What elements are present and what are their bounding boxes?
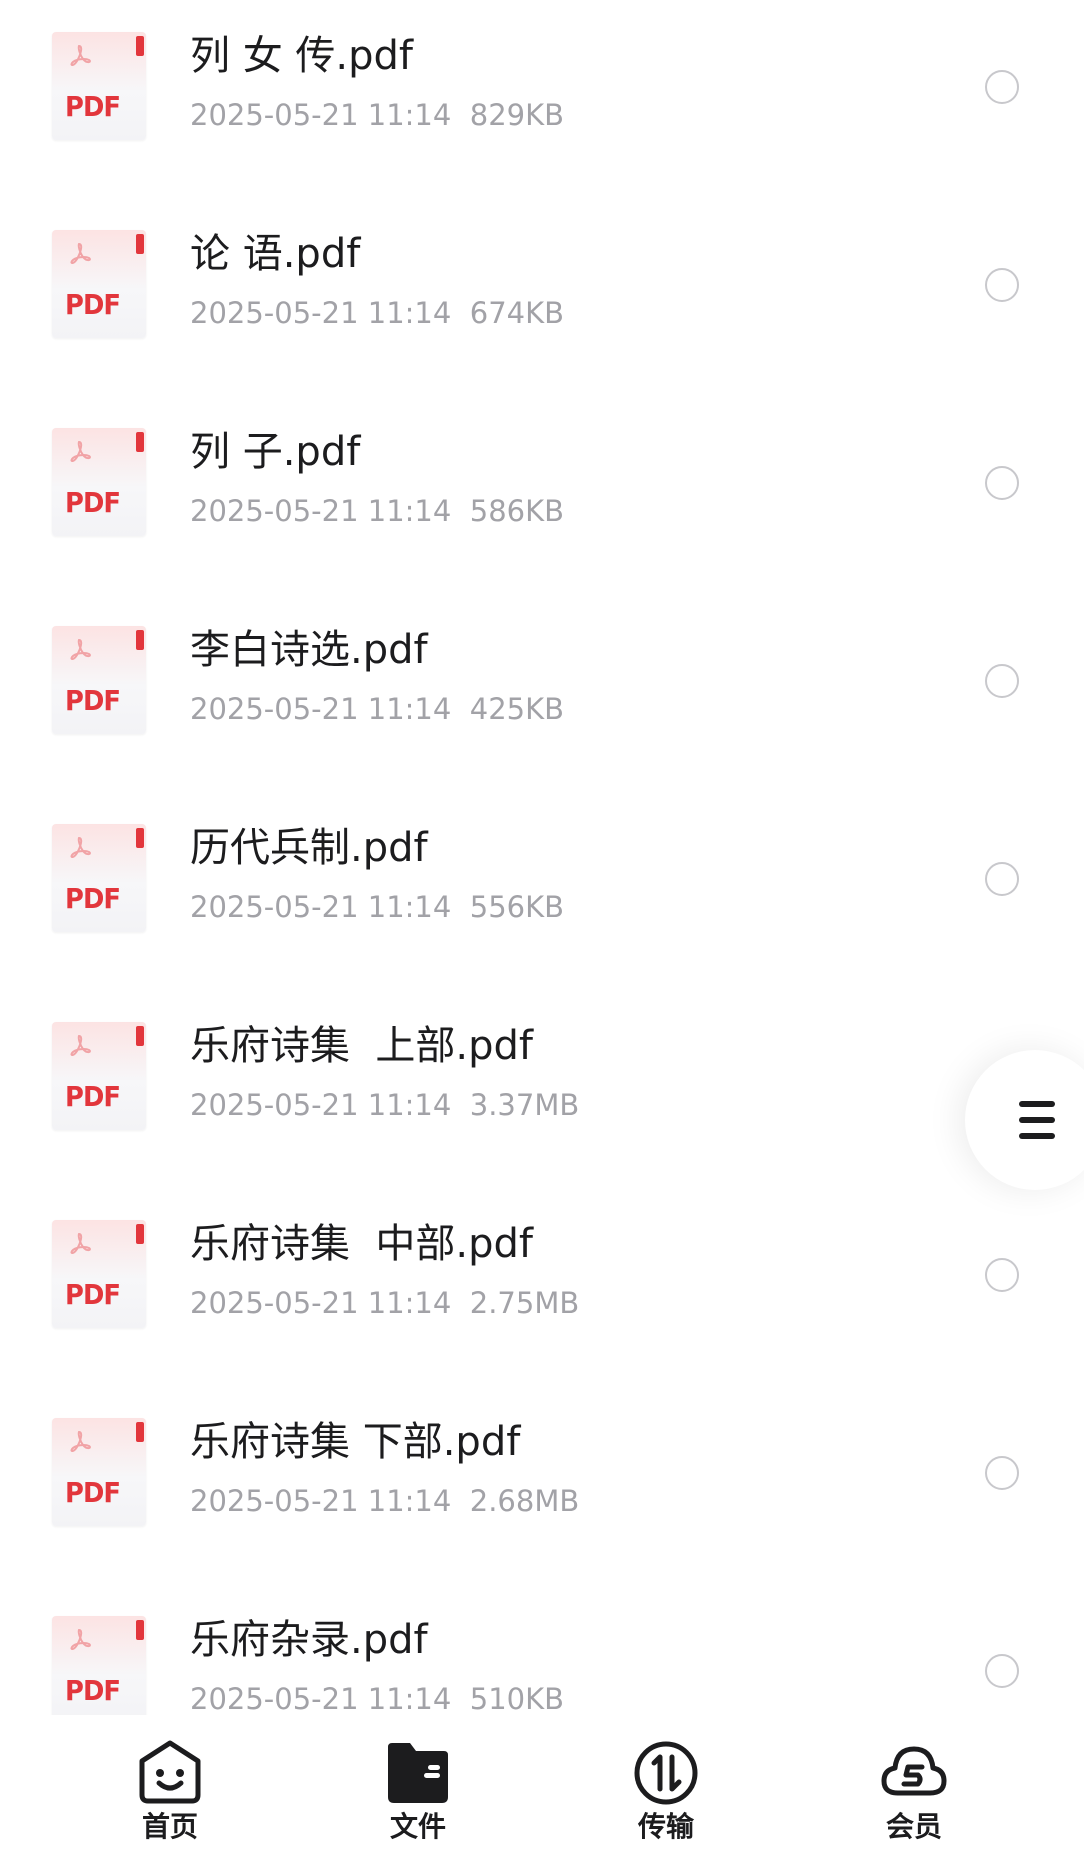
pdf-type-label: PDF xyxy=(65,1674,121,1707)
file-meta: 2025-05-21 11:14 2.68MB xyxy=(190,1484,580,1518)
file-meta: 2025-05-21 11:14 3.37MB xyxy=(190,1088,580,1122)
acrobat-logo-icon xyxy=(70,44,91,67)
vip-cloud-icon xyxy=(881,1746,947,1796)
nav-item-vip[interactable]: 会员 xyxy=(844,1715,984,1864)
select-radio[interactable] xyxy=(985,862,1019,896)
acrobat-logo-icon xyxy=(70,638,91,661)
file-meta: 2025-05-21 11:14 674KB xyxy=(190,296,565,330)
list-item[interactable]: PDF 李白诗选.pdf 2025-05-21 11:14 425KB xyxy=(0,594,1084,792)
pdf-corner-tab xyxy=(136,1422,144,1442)
file-meta: 2025-05-21 11:14 425KB xyxy=(190,692,565,726)
pdf-corner-tab xyxy=(136,630,144,650)
pdf-type-label: PDF xyxy=(65,1278,121,1311)
pdf-corner-tab xyxy=(136,234,144,254)
select-radio[interactable] xyxy=(985,1654,1019,1688)
pdf-corner-tab xyxy=(136,1620,144,1640)
file-name: 历代兵制.pdf xyxy=(190,825,428,871)
list-item[interactable]: PDF 历代兵制.pdf 2025-05-21 11:14 556KB xyxy=(0,792,1084,990)
acrobat-logo-icon xyxy=(70,1232,91,1255)
pdf-file-icon: PDF xyxy=(52,1418,146,1526)
pdf-type-label: PDF xyxy=(65,684,121,717)
nav-label: 传输 xyxy=(637,1810,694,1843)
acrobat-logo-icon xyxy=(70,1430,91,1453)
pdf-file-icon: PDF xyxy=(52,1616,146,1715)
acrobat-logo-icon xyxy=(70,1034,91,1057)
select-radio[interactable] xyxy=(985,268,1019,302)
pdf-file-icon: PDF xyxy=(52,230,146,338)
list-item[interactable]: PDF 列 女 传.pdf 2025-05-21 11:14 829KB xyxy=(0,0,1084,198)
list-item[interactable]: PDF 乐府诗集 下部.pdf 2025-05-21 11:14 2.68MB xyxy=(0,1386,1084,1584)
nav-label: 文件 xyxy=(389,1810,446,1843)
acrobat-logo-icon xyxy=(70,242,91,265)
pdf-type-label: PDF xyxy=(65,882,121,915)
pdf-corner-tab xyxy=(136,828,144,848)
folder-icon xyxy=(388,1743,448,1803)
file-meta: 2025-05-21 11:14 829KB xyxy=(190,98,565,132)
pdf-file-icon: PDF xyxy=(52,1022,146,1130)
list-item[interactable]: PDF 列 子.pdf 2025-05-21 11:14 586KB xyxy=(0,396,1084,594)
pdf-file-icon: PDF xyxy=(52,32,146,140)
file-name: 李白诗选.pdf xyxy=(190,627,428,673)
acrobat-logo-icon xyxy=(70,440,91,463)
pdf-type-label: PDF xyxy=(65,1476,121,1509)
file-meta: 2025-05-21 11:14 2.75MB xyxy=(190,1286,580,1320)
file-name: 乐府诗集 中部.pdf xyxy=(190,1221,534,1267)
pdf-file-icon: PDF xyxy=(52,626,146,734)
acrobat-logo-icon xyxy=(70,836,91,859)
pdf-type-label: PDF xyxy=(65,288,121,321)
transfer-icon xyxy=(634,1741,698,1805)
file-name: 乐府诗集 下部.pdf xyxy=(190,1419,521,1465)
file-name: 列 女 传.pdf xyxy=(190,33,414,79)
file-name: 乐府杂录.pdf xyxy=(190,1617,428,1663)
file-name: 乐府诗集 上部.pdf xyxy=(190,1023,534,1069)
nav-label: 首页 xyxy=(141,1810,198,1843)
file-meta: 2025-05-21 11:14 586KB xyxy=(190,494,565,528)
nav-item-files[interactable]: 文件 xyxy=(348,1715,488,1864)
pdf-type-label: PDF xyxy=(65,486,121,519)
select-radio[interactable] xyxy=(985,70,1019,104)
pdf-corner-tab xyxy=(136,36,144,56)
file-meta: 2025-05-21 11:14 510KB xyxy=(190,1682,565,1715)
file-list: PDF 列 女 传.pdf 2025-05-21 11:14 829KB PDF… xyxy=(0,0,1084,1715)
list-item[interactable]: PDF 乐府诗集 中部.pdf 2025-05-21 11:14 2.75MB xyxy=(0,1188,1084,1386)
select-radio[interactable] xyxy=(985,1258,1019,1292)
file-meta: 2025-05-21 11:14 556KB xyxy=(190,890,565,924)
pdf-file-icon: PDF xyxy=(52,824,146,932)
pdf-file-icon: PDF xyxy=(52,428,146,536)
acrobat-logo-icon xyxy=(70,1628,91,1651)
nav-item-transfer[interactable]: 传输 xyxy=(596,1715,736,1864)
file-name: 论 语.pdf xyxy=(190,231,361,277)
nav-label: 会员 xyxy=(885,1810,942,1843)
pdf-type-label: PDF xyxy=(65,1080,121,1113)
home-face-icon xyxy=(139,1740,201,1804)
bottom-nav: 首页 文件 传输 会员 xyxy=(0,1715,1084,1864)
select-radio[interactable] xyxy=(985,466,1019,500)
pdf-type-label: PDF xyxy=(65,90,121,123)
pdf-corner-tab xyxy=(136,432,144,452)
select-radio[interactable] xyxy=(985,664,1019,698)
list-item[interactable]: PDF 乐府杂录.pdf 2025-05-21 11:14 510KB xyxy=(0,1584,1084,1715)
pdf-corner-tab xyxy=(136,1026,144,1046)
list-item[interactable]: PDF 论 语.pdf 2025-05-21 11:14 674KB xyxy=(0,198,1084,396)
pdf-corner-tab xyxy=(136,1224,144,1244)
nav-item-home[interactable]: 首页 xyxy=(100,1715,240,1864)
file-name: 列 子.pdf xyxy=(190,429,361,475)
select-radio[interactable] xyxy=(985,1456,1019,1490)
list-item[interactable]: PDF 乐府诗集 上部.pdf 2025-05-21 11:14 3.37MB xyxy=(0,990,1084,1188)
pdf-file-icon: PDF xyxy=(52,1220,146,1328)
